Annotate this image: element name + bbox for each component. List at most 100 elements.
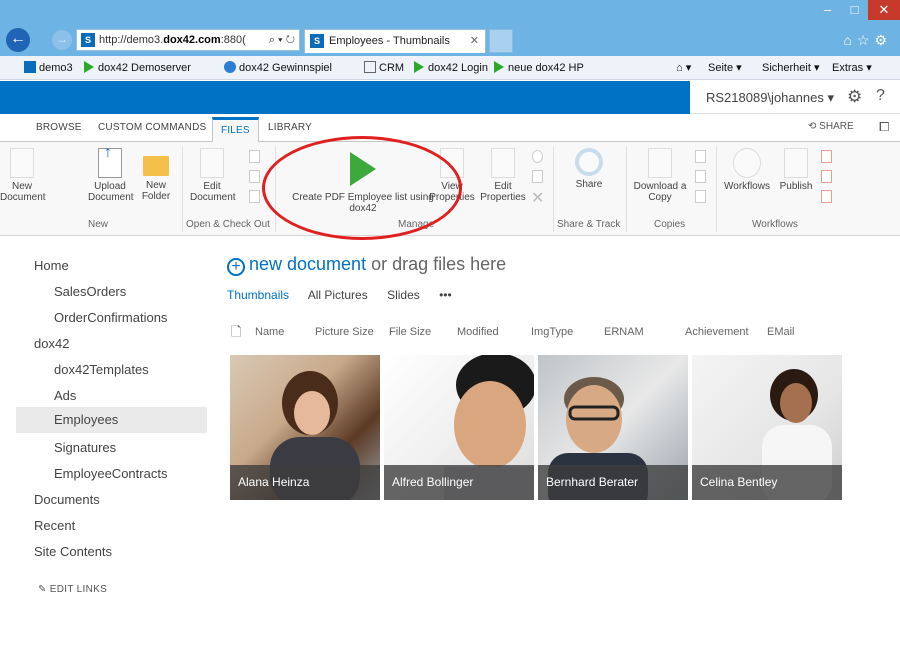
version-history-icon[interactable] bbox=[532, 150, 543, 163]
edit-document-button[interactable]: Edit Document bbox=[190, 148, 236, 203]
nav-orderconfirmations[interactable]: OrderConfirmations bbox=[54, 310, 167, 325]
approve-icon[interactable] bbox=[821, 170, 832, 183]
col-name[interactable]: Name bbox=[255, 326, 284, 338]
maximize-button[interactable]: □ bbox=[841, 0, 868, 20]
col-imgtype[interactable]: ImgType bbox=[531, 326, 573, 338]
group-open-checkout: Open & Check Out bbox=[186, 219, 270, 230]
fav-item-login[interactable]: dox42 Login bbox=[414, 61, 488, 74]
share-icon bbox=[575, 148, 603, 176]
quick-launch: Home SalesOrders OrderConfirmations dox4… bbox=[0, 236, 215, 669]
send-to-icon[interactable] bbox=[695, 150, 706, 163]
close-tab-icon[interactable]: ✕ bbox=[470, 30, 479, 52]
nav-site-contents[interactable]: Site Contents bbox=[34, 544, 112, 559]
tab-custom-commands[interactable]: CUSTOM COMMANDS bbox=[98, 122, 206, 133]
back-button[interactable]: ← bbox=[6, 28, 30, 52]
upload-document-button[interactable]: ↑ Upload Document bbox=[88, 145, 134, 204]
thumbnail-item[interactable]: Alana Heinza bbox=[230, 355, 380, 500]
fav-item-gewinnspiel[interactable]: dox42 Gewinnspiel bbox=[224, 61, 332, 74]
thumbnail-grid: Alana Heinza Alfred Bollinger Bernhard B… bbox=[230, 355, 842, 500]
add-icon: + bbox=[227, 258, 245, 276]
nav-home[interactable]: Home bbox=[34, 258, 69, 273]
download-icon bbox=[648, 148, 672, 178]
col-picture-size[interactable]: Picture Size bbox=[315, 326, 374, 338]
user-menu[interactable]: RS218089\johannes ▾ bbox=[706, 90, 834, 106]
favorites-bar: demo3 dox42 Demoserver dox42 Gewinnspiel… bbox=[0, 56, 900, 80]
sharepoint-favicon-icon: S bbox=[81, 33, 95, 47]
col-email[interactable]: EMail bbox=[767, 326, 795, 338]
view-slides[interactable]: Slides bbox=[387, 288, 420, 302]
menu-extras[interactable]: Extras ▾ bbox=[832, 61, 872, 74]
nav-salesorders[interactable]: SalesOrders bbox=[54, 284, 126, 299]
share-button[interactable]: ⟲ SHARE bbox=[808, 121, 854, 132]
unpublish-icon[interactable] bbox=[821, 150, 832, 163]
share-ribbon-button[interactable]: Share bbox=[564, 148, 614, 190]
edit-links-button[interactable]: ✎ EDIT LINKS bbox=[38, 584, 107, 595]
thumbnail-item[interactable]: Alfred Bollinger bbox=[384, 355, 534, 500]
nav-dox42[interactable]: dox42 bbox=[34, 336, 69, 351]
tab-library[interactable]: LIBRARY bbox=[268, 122, 312, 133]
col-ernam[interactable]: ERNAM bbox=[604, 326, 644, 338]
help-icon[interactable]: ? bbox=[876, 87, 885, 105]
more-views[interactable]: ••• bbox=[439, 288, 452, 302]
browser-tab-employees[interactable]: S Employees - Thumbnails ✕ bbox=[304, 29, 486, 53]
browser-titlebar: – □ ✕ ← → S http://demo3.dox42.com:880( … bbox=[0, 0, 900, 56]
thumbnail-item[interactable]: Bernhard Berater bbox=[538, 355, 688, 500]
home-dropdown-icon[interactable]: ⌂ ▾ bbox=[676, 61, 691, 74]
discard-checkout-icon[interactable] bbox=[249, 190, 260, 203]
window-controls: – □ ✕ bbox=[814, 0, 900, 22]
col-achievement[interactable]: Achievement bbox=[685, 326, 749, 338]
tab-files[interactable]: FILES bbox=[212, 117, 259, 143]
nav-ads[interactable]: Ads bbox=[54, 388, 76, 403]
publish-button[interactable]: Publish bbox=[776, 148, 816, 192]
view-all-pictures[interactable]: All Pictures bbox=[308, 288, 368, 302]
manage-copies-icon[interactable] bbox=[695, 170, 706, 183]
tab-browse[interactable]: BROWSE bbox=[36, 122, 82, 133]
settings-gear-icon[interactable]: ⚙ bbox=[847, 87, 862, 107]
thumbnail-item[interactable]: Celina Bentley bbox=[692, 355, 842, 500]
menu-sicherheit[interactable]: Sicherheit ▾ bbox=[762, 61, 820, 74]
nav-employeecontracts[interactable]: EmployeeContracts bbox=[54, 466, 167, 481]
go-to-source-icon[interactable] bbox=[695, 190, 706, 203]
new-document-link[interactable]: + new document or drag files here bbox=[227, 254, 506, 276]
shared-with-icon[interactable] bbox=[532, 170, 543, 183]
minimize-button[interactable]: – bbox=[814, 0, 841, 20]
view-selector: Thumbnails All Pictures Slides ••• bbox=[227, 288, 468, 302]
nav-recent[interactable]: Recent bbox=[34, 518, 75, 533]
nav-employees[interactable]: Employees bbox=[16, 407, 207, 433]
publish-icon bbox=[784, 148, 808, 178]
workflow-icon bbox=[733, 148, 761, 178]
checkout-icon[interactable] bbox=[249, 150, 260, 163]
cancel-approval-icon[interactable] bbox=[821, 190, 832, 203]
download-copy-button[interactable]: Download a Copy bbox=[632, 148, 688, 203]
group-new: New bbox=[88, 219, 109, 230]
delete-icon[interactable]: ✕ bbox=[531, 188, 544, 208]
group-copies: Copies bbox=[654, 219, 686, 230]
edit-properties-icon bbox=[491, 148, 515, 178]
file-type-icon: 🗋 bbox=[231, 324, 242, 339]
search-refresh-icons[interactable]: ⌕ ▾ ↻ bbox=[269, 30, 295, 50]
col-modified[interactable]: Modified bbox=[457, 326, 499, 338]
address-bar[interactable]: S http://demo3.dox42.com:880( ⌕ ▾ ↻ bbox=[76, 29, 300, 51]
forward-button[interactable]: → bbox=[52, 30, 72, 50]
nav-documents[interactable]: Documents bbox=[34, 492, 100, 507]
view-thumbnails[interactable]: Thumbnails bbox=[227, 288, 289, 302]
new-document-button[interactable]: New Document bbox=[0, 148, 46, 203]
nav-dox42templates[interactable]: dox42Templates bbox=[54, 362, 149, 377]
edit-properties-button[interactable]: Edit Properties bbox=[478, 148, 528, 203]
browser-toolbar-icons[interactable]: ⌂☆⚙ bbox=[843, 32, 892, 49]
thumbnail-caption: Alfred Bollinger bbox=[384, 465, 534, 500]
col-file-size[interactable]: File Size bbox=[389, 326, 431, 338]
edit-document-icon bbox=[200, 148, 224, 178]
focus-content-icon[interactable]: ⧠ bbox=[879, 119, 889, 135]
fav-item-demoserver[interactable]: dox42 Demoserver bbox=[84, 61, 191, 74]
checkin-icon[interactable] bbox=[249, 170, 260, 183]
fav-item-neue-hp[interactable]: neue dox42 HP bbox=[494, 61, 584, 74]
nav-signatures[interactable]: Signatures bbox=[54, 440, 116, 455]
new-folder-button[interactable]: New Folder bbox=[138, 148, 174, 202]
close-button[interactable]: ✕ bbox=[868, 0, 900, 20]
fav-item-crm[interactable]: CRM bbox=[364, 61, 404, 74]
fav-item-demo3[interactable]: demo3 bbox=[24, 61, 73, 74]
menu-seite[interactable]: Seite ▾ bbox=[708, 61, 742, 74]
workflows-button[interactable]: Workflows bbox=[722, 148, 772, 192]
new-tab-button[interactable] bbox=[489, 29, 513, 53]
